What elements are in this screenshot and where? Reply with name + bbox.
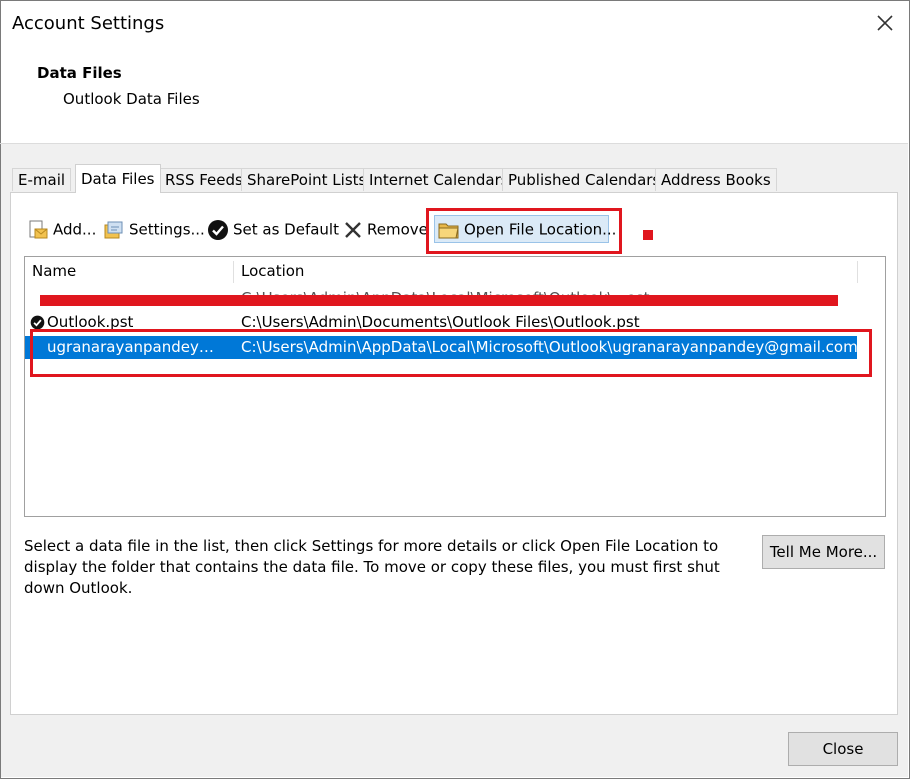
remove-button[interactable]: Remove — [343, 216, 428, 242]
info-text: Select a data file in the list, then cli… — [24, 537, 720, 597]
add-data-file-icon — [29, 220, 48, 238]
close-button[interactable]: Close — [788, 732, 898, 766]
column-header-location[interactable]: Location — [241, 256, 304, 286]
tell-me-more-button[interactable]: Tell Me More... — [762, 535, 885, 569]
add-button[interactable]: Add... — [27, 216, 96, 242]
settings-label: Settings... — [129, 220, 205, 239]
tab-address-books[interactable]: Address Books — [655, 168, 777, 191]
column-divider[interactable] — [857, 261, 858, 283]
annotation-dot — [643, 230, 653, 240]
tab-email[interactable]: E-mail — [12, 168, 72, 191]
settings-button[interactable]: Settings... — [103, 216, 205, 242]
tab-rss-feeds[interactable]: RSS Feeds — [159, 168, 249, 191]
section-title: Data Files — [37, 64, 122, 82]
column-divider[interactable] — [233, 261, 234, 283]
remove-label: Remove — [367, 220, 428, 239]
tab-data-files[interactable]: Data Files — [75, 164, 161, 193]
column-header-name[interactable]: Name — [32, 256, 76, 286]
remove-x-icon — [345, 221, 361, 238]
set-as-default-label: Set as Default — [233, 220, 339, 239]
section-subtitle: Outlook Data Files — [63, 90, 200, 108]
window-title: Account Settings — [12, 13, 165, 34]
annotation-box-open-location — [426, 208, 622, 254]
close-icon[interactable] — [874, 12, 896, 34]
tab-published-calendars[interactable]: Published Calendars — [502, 168, 667, 191]
tab-internet-calendars[interactable]: Internet Calendars — [363, 168, 515, 191]
annotation-box-selected-row — [30, 329, 872, 377]
default-check-icon — [30, 315, 45, 330]
checkmark-circle-icon — [208, 219, 228, 240]
set-as-default-button[interactable]: Set as Default — [207, 216, 339, 242]
settings-icon — [104, 221, 123, 238]
add-label: Add... — [53, 220, 97, 239]
redaction-mark — [40, 295, 838, 306]
tab-sharepoint-lists[interactable]: SharePoint Lists — [241, 168, 373, 191]
